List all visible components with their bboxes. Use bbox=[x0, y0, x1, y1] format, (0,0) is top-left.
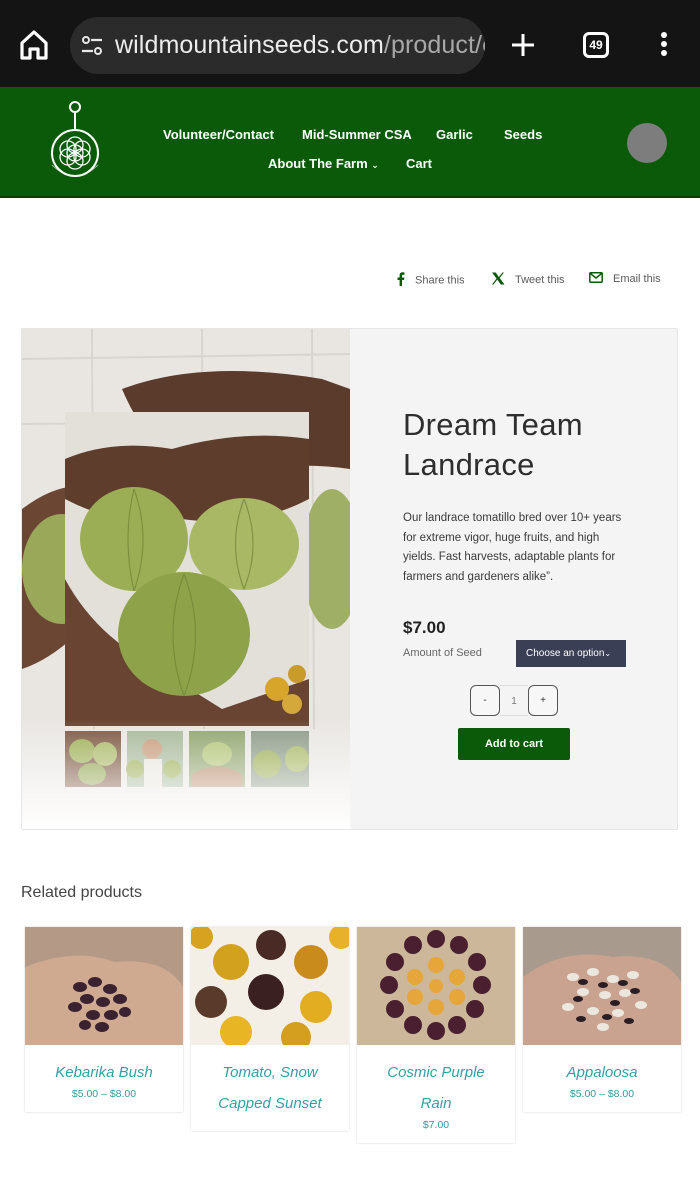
share-facebook-label: Share this bbox=[415, 274, 465, 287]
product-description: Our landrace tomatillo bred over 10+ yea… bbox=[403, 512, 622, 583]
url-domain: wildmountainseeds.com bbox=[115, 31, 384, 59]
quantity-increase-button[interactable]: + bbox=[528, 685, 558, 716]
nav-seeds[interactable]: Seeds bbox=[504, 127, 542, 142]
email-icon bbox=[589, 272, 603, 286]
share-facebook[interactable]: Share this bbox=[397, 272, 465, 289]
amount-select[interactable]: Choose an option⌄ bbox=[516, 640, 626, 667]
share-email-label: Email this bbox=[613, 273, 661, 285]
related-product-card[interactable]: Tomato, Snow Capped Sunset bbox=[191, 927, 349, 1131]
nav-garlic[interactable]: Garlic bbox=[436, 127, 473, 142]
nav-volunteer-contact[interactable]: Volunteer/Contact bbox=[163, 127, 274, 142]
related-product-card[interactable]: Appaloosa $5.00 – $8.00 bbox=[523, 927, 681, 1112]
nav-about-label: About The Farm bbox=[268, 156, 368, 171]
facebook-icon bbox=[397, 272, 405, 289]
product-title: Dream Team Landrace bbox=[403, 405, 663, 485]
chevron-down-icon: ⌄ bbox=[604, 649, 612, 658]
nav-mid-summer-csa[interactable]: Mid-Summer CSA bbox=[302, 127, 412, 142]
related-product-card[interactable]: Kebarika Bush $5.00 – $8.00 bbox=[25, 927, 183, 1112]
nav-about-the-farm[interactable]: About The Farm ⌄ bbox=[268, 156, 379, 171]
add-to-cart-button[interactable]: Add to cart bbox=[458, 728, 570, 760]
related-product-price: $5.00 – $8.00 bbox=[569, 1088, 635, 1100]
related-product-name-line2: Rain bbox=[420, 1095, 452, 1112]
nav-cart[interactable]: Cart bbox=[406, 156, 432, 171]
product-thumbnail[interactable] bbox=[357, 927, 515, 1045]
product-title-line1: Dream Team bbox=[403, 407, 583, 442]
quantity-decrease-button[interactable]: - bbox=[470, 685, 500, 716]
chevron-down-icon: ⌄ bbox=[371, 160, 379, 170]
related-products-heading: Related products bbox=[21, 884, 142, 901]
site-settings-icon[interactable] bbox=[80, 35, 104, 57]
site-logo[interactable] bbox=[42, 97, 108, 187]
product-title-line2: Landrace bbox=[403, 447, 535, 482]
product-thumbnail[interactable] bbox=[523, 927, 681, 1045]
home-icon[interactable] bbox=[18, 28, 50, 62]
related-product-price bbox=[191, 1119, 349, 1131]
related-product-name[interactable]: Tomato, Snow Capped Sunset bbox=[191, 1045, 349, 1119]
site-header: Volunteer/Contact Mid-Summer CSA Garlic … bbox=[0, 87, 700, 198]
product-thumbnail[interactable] bbox=[25, 927, 183, 1045]
product-price: $7.00 bbox=[403, 618, 446, 637]
url-text: wildmountainseeds.com/product/c bbox=[115, 31, 485, 60]
amount-select-label: Choose an option bbox=[526, 648, 605, 659]
address-bar[interactable]: wildmountainseeds.com/product/c bbox=[70, 17, 485, 74]
related-product-name[interactable]: Kebarika Bush bbox=[25, 1045, 183, 1088]
new-tab-icon[interactable] bbox=[510, 32, 536, 58]
related-product-card[interactable]: Cosmic Purple Rain $7.00 bbox=[357, 927, 515, 1143]
share-x[interactable]: Tweet this bbox=[491, 272, 565, 288]
related-product-price: $7.00 bbox=[422, 1119, 450, 1131]
share-x-label: Tweet this bbox=[515, 274, 565, 286]
product-image bbox=[22, 329, 350, 829]
share-email[interactable]: Email this bbox=[589, 272, 661, 286]
related-product-name-line2: Capped Sunset bbox=[218, 1095, 322, 1112]
related-product-name-line1: Tomato, Snow bbox=[222, 1064, 318, 1081]
browser-toolbar: wildmountainseeds.com/product/c 49 bbox=[0, 0, 700, 87]
avatar[interactable] bbox=[627, 123, 667, 163]
product-card: Dream Team Landrace Our landrace tomatil… bbox=[21, 328, 678, 830]
related-product-price: $5.00 – $8.00 bbox=[71, 1088, 137, 1100]
quantity-input[interactable]: 1 bbox=[500, 685, 528, 716]
related-product-name-line1: Cosmic Purple bbox=[387, 1064, 485, 1081]
x-icon bbox=[491, 272, 505, 288]
related-product-name[interactable]: Appaloosa bbox=[523, 1045, 681, 1088]
amount-of-seed-label: Amount of Seed bbox=[403, 647, 482, 659]
tab-switcher-icon[interactable]: 49 bbox=[583, 32, 609, 58]
related-product-name[interactable]: Cosmic Purple Rain bbox=[357, 1045, 515, 1119]
product-gallery[interactable] bbox=[22, 329, 350, 829]
more-menu-icon[interactable] bbox=[658, 32, 670, 58]
url-path: /product/c bbox=[383, 31, 485, 59]
product-thumbnail[interactable] bbox=[191, 927, 349, 1045]
